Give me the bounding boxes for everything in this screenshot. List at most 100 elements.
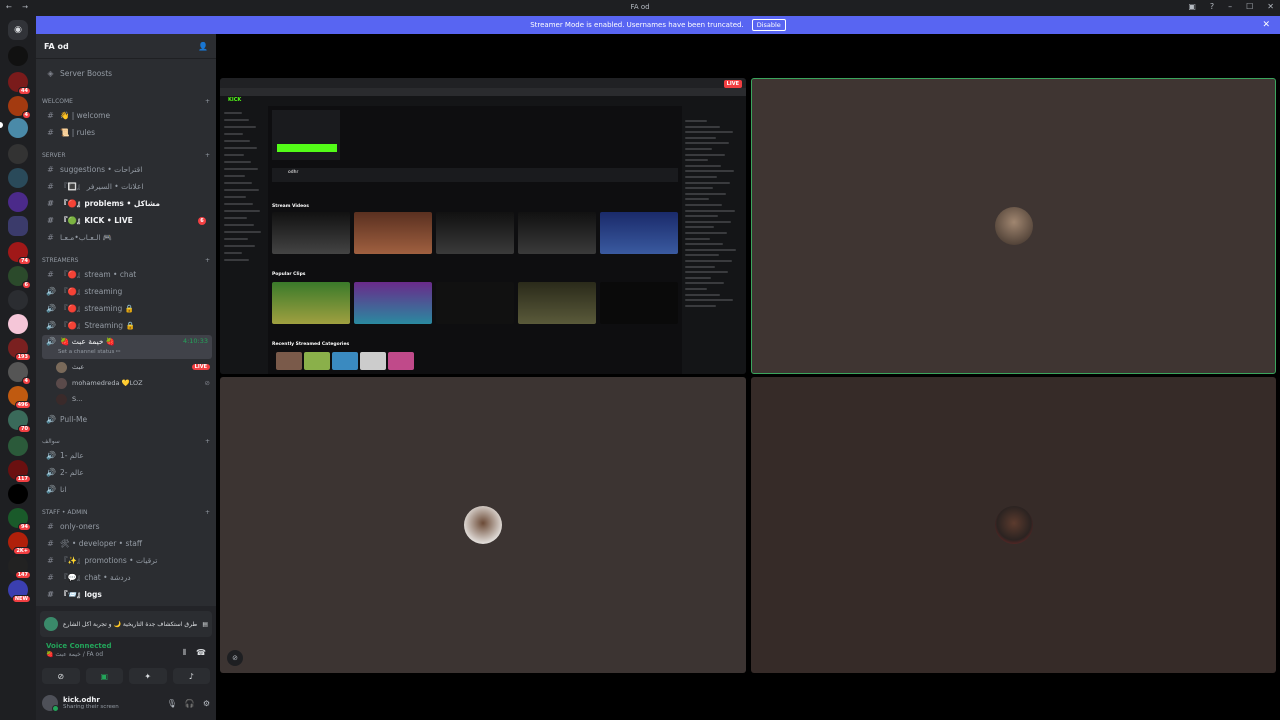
- voice-location[interactable]: 🍓 خيمة عبث / FA od: [46, 651, 112, 658]
- activity-menu-icon[interactable]: ▤: [202, 621, 208, 628]
- participant-tile[interactable]: ⊘: [220, 377, 746, 673]
- microphone-icon[interactable]: 🎙: [167, 699, 177, 708]
- minimize-button[interactable]: –: [1228, 2, 1232, 11]
- server-icon[interactable]: 94: [8, 508, 31, 531]
- camera-off-button[interactable]: ⊘: [42, 668, 80, 684]
- screen-share-button[interactable]: ▣: [85, 668, 123, 684]
- server-icon[interactable]: 44: [8, 72, 31, 95]
- category-streamers[interactable]: STREAMERS +: [42, 257, 210, 264]
- server-icon[interactable]: [8, 118, 28, 138]
- voice-channel-streaming-locked[interactable]: 🔊 『🔴』streaming 🔒: [42, 301, 212, 316]
- participant-tile[interactable]: [751, 78, 1276, 374]
- channel-games[interactable]: # الـعـاب•مـعـا 🎮: [42, 230, 212, 245]
- channel-developer[interactable]: # 🛠 • developer • staff: [42, 536, 212, 551]
- add-channel-icon[interactable]: +: [205, 257, 210, 264]
- server-icon[interactable]: 6: [8, 266, 31, 289]
- channel-logs[interactable]: # 『📨』logs: [42, 587, 212, 602]
- server-icon[interactable]: 70: [8, 410, 31, 433]
- current-user[interactable]: kick.odhr Sharing their screen 🎙 🎧 ⚙: [42, 690, 210, 716]
- server-icon[interactable]: [8, 290, 28, 310]
- streamer-mode-banner: Streamer Mode is enabled. Usernames have…: [36, 16, 1280, 34]
- voice-channel-streaming[interactable]: 🔊 『🔴』streaming: [42, 284, 212, 299]
- disable-button[interactable]: Disable: [751, 19, 786, 31]
- server-icon[interactable]: NEW: [8, 580, 31, 603]
- sidebar-line: [224, 189, 259, 191]
- server-icon[interactable]: [8, 144, 28, 164]
- add-channel-icon[interactable]: +: [205, 98, 210, 105]
- maximize-button[interactable]: ☐: [1246, 2, 1253, 11]
- channel-announcements[interactable]: # 『🔳』 اعلانات • السيرفر: [42, 179, 212, 194]
- voice-user[interactable]: S...: [56, 392, 210, 406]
- close-button[interactable]: ✕: [1267, 2, 1274, 11]
- server-icon[interactable]: [8, 484, 28, 504]
- server-icon[interactable]: 2K+: [8, 532, 31, 555]
- activity-card[interactable]: طرق استكشاف جدة التاريخية 🌙 و تجربة أكل …: [40, 611, 212, 637]
- chat-line: [685, 204, 722, 206]
- inbox-icon[interactable]: ▣: [1188, 2, 1196, 11]
- voice-channel-alam2[interactable]: 🔊 عالم -2: [42, 465, 212, 480]
- server-icon[interactable]: [8, 436, 28, 456]
- speaker-icon: 🔊: [46, 321, 56, 330]
- channel-stream-chat[interactable]: # 『🔴』stream • chat: [42, 267, 212, 282]
- server-icon[interactable]: 147: [8, 556, 31, 579]
- participant-tile[interactable]: [751, 377, 1276, 673]
- server-icon[interactable]: [8, 46, 28, 66]
- channel-suggestions[interactable]: # suggestions • اقتراحات: [42, 162, 212, 177]
- server-icon[interactable]: 117: [8, 460, 31, 483]
- activities-button[interactable]: ✦: [129, 668, 167, 684]
- hash-icon: #: [47, 270, 54, 279]
- close-icon[interactable]: ✕: [1262, 20, 1270, 30]
- sidebar-line: [224, 161, 251, 163]
- avatar: [56, 377, 67, 389]
- add-channel-icon[interactable]: +: [205, 152, 210, 159]
- category-welcome[interactable]: welcome +: [42, 98, 210, 105]
- voice-channel-alam1[interactable]: 🔊 عالم -1: [42, 448, 212, 463]
- folder-icon[interactable]: [8, 216, 28, 236]
- add-channel-icon[interactable]: +: [205, 438, 210, 445]
- headphones-icon[interactable]: 🎧: [185, 699, 195, 708]
- channel-chat[interactable]: # 『💬』chat • دردشة: [42, 570, 212, 585]
- channel-welcome[interactable]: # 👋 | welcome: [42, 108, 212, 123]
- add-channel-icon[interactable]: +: [205, 509, 210, 516]
- noise-suppression-icon[interactable]: ⦀: [183, 648, 187, 658]
- server-icon[interactable]: [8, 314, 28, 334]
- voice-channel-streaming-locked[interactable]: 🔊 『🔴』Streaming 🔒: [42, 318, 212, 333]
- category-server[interactable]: SERVER +: [42, 152, 210, 159]
- screen-share-tile[interactable]: LIVE KICK odhr Stream Videos Popular Cli…: [220, 78, 746, 374]
- chat-line: [685, 142, 729, 145]
- discord-home-icon[interactable]: ◉: [8, 20, 28, 40]
- server-icon[interactable]: [8, 192, 28, 212]
- category-staff[interactable]: STAFF • ADMIN +: [42, 509, 210, 516]
- chat-line: [685, 148, 712, 150]
- category-sawalif[interactable]: سوالف +: [42, 438, 210, 445]
- server-icon[interactable]: 4: [8, 96, 31, 119]
- server-boosts[interactable]: ◈ Server Boosts: [42, 66, 212, 81]
- server-icon[interactable]: 193: [8, 338, 31, 361]
- server-icon[interactable]: 4: [8, 362, 31, 385]
- voice-channel-pullme[interactable]: 🔊 Pull-Me: [42, 412, 212, 427]
- help-icon[interactable]: ?: [1210, 2, 1214, 11]
- channel-kick-live[interactable]: # 『🟢』KICK • LIVE 6: [42, 213, 212, 228]
- server-icon[interactable]: [8, 168, 28, 188]
- voice-user[interactable]: عبث LIVE: [56, 360, 210, 374]
- speaker-icon: 🔊: [46, 415, 56, 424]
- disconnect-icon[interactable]: ☎: [196, 648, 206, 658]
- voice-channel-active[interactable]: 🔊 🍓 خيمة عبث 🍓 4:10:33: [42, 335, 212, 359]
- server-icon[interactable]: 74: [8, 242, 31, 265]
- add-member-icon[interactable]: 👤: [198, 42, 208, 51]
- server-header[interactable]: FA od 👤: [36, 34, 216, 59]
- channel-promotions[interactable]: # 『✨』promotions • ترقيات: [42, 553, 212, 568]
- window-controls: ▣ ? – ☐ ✕: [1188, 2, 1274, 11]
- voice-channel-ana[interactable]: 🔊 انا: [42, 482, 212, 497]
- channel-problems[interactable]: # 『🔴』problems • مشاكل: [42, 196, 212, 211]
- browser-tabs: [220, 78, 746, 88]
- channel-rules[interactable]: # 📜 | rules: [42, 125, 212, 140]
- soundboard-button[interactable]: ♪: [172, 668, 210, 684]
- voice-connection[interactable]: Voice Connected 🍓 خيمة عبث / FA od: [46, 642, 112, 658]
- server-icon[interactable]: 496: [8, 386, 31, 409]
- channel-status[interactable]: Set a channel status ✏: [58, 349, 121, 355]
- boost-icon: ◈: [47, 69, 54, 78]
- voice-user[interactable]: mohamedreda 💛LOZ ⊘: [56, 376, 210, 390]
- settings-gear-icon[interactable]: ⚙: [203, 699, 210, 708]
- channel-only-oners[interactable]: # only-oners: [42, 519, 212, 534]
